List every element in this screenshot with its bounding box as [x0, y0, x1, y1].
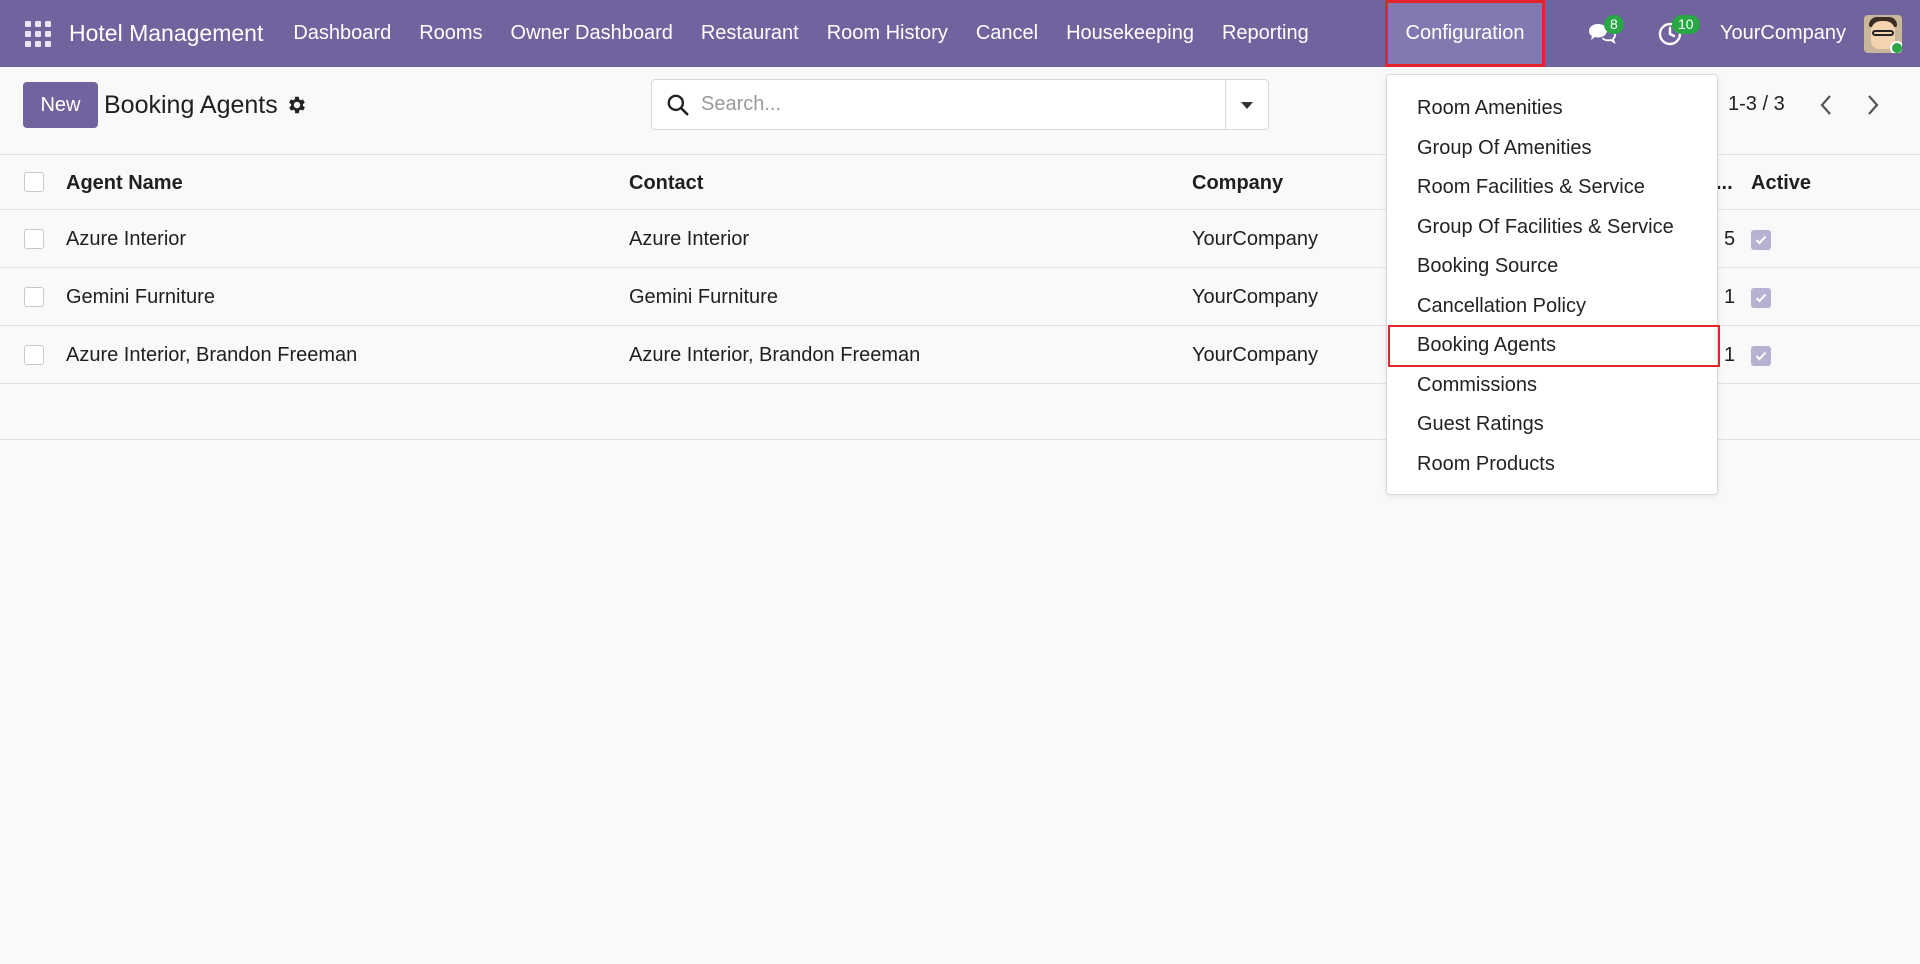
check-icon [1755, 235, 1767, 245]
page-title: Booking Agents [104, 91, 278, 119]
dropdown-item-room-products[interactable]: Room Products [1387, 445, 1717, 485]
menu-cancel[interactable]: Cancel [962, 0, 1052, 67]
count-cell: 5 [1724, 228, 1736, 250]
column-active[interactable]: Active [1751, 172, 1811, 195]
dropdown-item-guest-ratings[interactable]: Guest Ratings [1387, 405, 1717, 445]
dropdown-item-room-amenities[interactable]: Room Amenities [1387, 89, 1717, 129]
active-checkbox[interactable] [1751, 346, 1771, 366]
count-cell: 1 [1724, 344, 1736, 366]
app-title[interactable]: Hotel Management [69, 20, 263, 47]
contact-cell: Azure Interior [629, 228, 750, 250]
search-bar [651, 79, 1269, 130]
row-checkbox[interactable] [24, 345, 44, 365]
new-button[interactable]: New [23, 82, 98, 128]
contact-cell: Azure Interior, Brandon Freeman [629, 344, 921, 366]
menu-reporting[interactable]: Reporting [1208, 0, 1323, 67]
select-all-checkbox[interactable] [24, 172, 44, 192]
row-checkbox[interactable] [24, 229, 44, 249]
menu-room-history[interactable]: Room History [813, 0, 962, 67]
menu-housekeeping[interactable]: Housekeeping [1052, 0, 1208, 67]
chevron-left-icon [1820, 95, 1831, 115]
configuration-dropdown: Room Amenities Group Of Amenities Room F… [1386, 74, 1720, 495]
gear-icon[interactable] [286, 94, 308, 116]
column-company[interactable]: Company [1192, 172, 1283, 195]
dropdown-item-booking-agents[interactable]: Booking Agents [1388, 325, 1720, 367]
search-icon [667, 94, 689, 116]
column-agent-name[interactable]: Agent Name [66, 172, 183, 195]
systray: 8 10 YourCompany [1582, 0, 1920, 67]
agent-name-cell: Gemini Furniture [66, 286, 215, 308]
active-checkbox[interactable] [1751, 288, 1771, 308]
agent-name-cell: Azure Interior [66, 228, 187, 250]
dropdown-item-booking-source[interactable]: Booking Source [1387, 247, 1717, 287]
dropdown-item-group-of-facilities-service[interactable]: Group Of Facilities & Service [1387, 208, 1717, 248]
search-input[interactable] [701, 84, 1201, 125]
top-navbar: Hotel Management Dashboard Rooms Owner D… [0, 0, 1920, 67]
dropdown-item-room-facilities-service[interactable]: Room Facilities & Service [1387, 168, 1717, 208]
column-truncated[interactable]: ... [1716, 172, 1733, 195]
count-cell: 1 [1724, 286, 1736, 308]
chevron-right-icon [1868, 95, 1879, 115]
check-icon [1755, 351, 1767, 361]
user-avatar[interactable] [1864, 14, 1902, 53]
main-menu: Dashboard Rooms Owner Dashboard Restaura… [279, 0, 1322, 67]
dropdown-item-cancellation-policy[interactable]: Cancellation Policy [1387, 287, 1717, 327]
menu-owner-dashboard[interactable]: Owner Dashboard [497, 0, 687, 67]
pager-previous-button[interactable] [1812, 91, 1840, 119]
row-checkbox[interactable] [24, 287, 44, 307]
menu-dashboard[interactable]: Dashboard [279, 0, 405, 67]
search-options-toggle[interactable] [1225, 80, 1268, 129]
contact-cell: Gemini Furniture [629, 286, 778, 308]
activities-button[interactable]: 10 [1650, 0, 1700, 67]
column-contact[interactable]: Contact [629, 172, 703, 195]
company-cell: YourCompany [1192, 286, 1319, 308]
activities-badge: 10 [1671, 15, 1700, 34]
online-status-icon [1890, 40, 1902, 53]
dropdown-item-commissions[interactable]: Commissions [1387, 366, 1717, 406]
messages-button[interactable]: 8 [1582, 0, 1624, 67]
pager-value[interactable]: 1-3 / 3 [1728, 93, 1785, 116]
company-cell: YourCompany [1192, 228, 1319, 250]
messages-badge: 8 [1603, 15, 1624, 34]
company-switcher[interactable]: YourCompany [1720, 22, 1846, 45]
menu-rooms[interactable]: Rooms [405, 0, 496, 67]
menu-restaurant[interactable]: Restaurant [687, 0, 813, 67]
apps-grid-icon[interactable] [25, 20, 51, 47]
company-cell: YourCompany [1192, 344, 1319, 366]
agent-name-cell: Azure Interior, Brandon Freeman [66, 344, 358, 366]
menu-configuration[interactable]: Configuration [1385, 0, 1545, 67]
pager-next-button[interactable] [1859, 91, 1887, 119]
dropdown-item-group-of-amenities[interactable]: Group Of Amenities [1387, 129, 1717, 169]
active-checkbox[interactable] [1751, 230, 1771, 250]
check-icon [1755, 293, 1767, 303]
caret-down-icon [1241, 101, 1253, 109]
